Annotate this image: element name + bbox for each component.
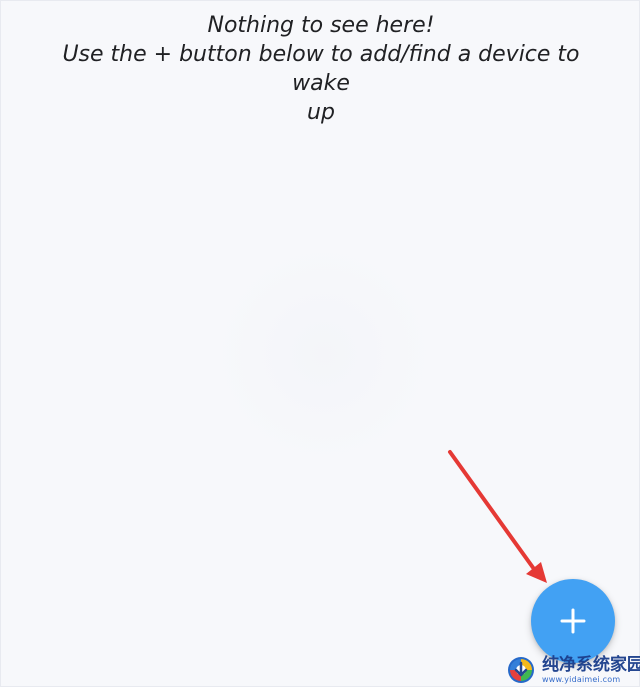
add-device-button[interactable]: [531, 579, 615, 663]
site-watermark: 纯净系统家园 www.yidaimei.com: [506, 653, 640, 687]
arrow-shaft: [448, 450, 536, 571]
empty-state-title: Nothing to see here!: [207, 13, 435, 38]
wake-device-screen: Nothing to see here! Use the + button be…: [0, 0, 640, 687]
watermark-title: 纯净系统家园: [542, 654, 640, 675]
plus-icon: [560, 608, 586, 634]
empty-state-message: Nothing to see here! Use the + button be…: [1, 11, 640, 127]
watermark-url: www.yidaimei.com: [542, 674, 621, 684]
watermark-logo-icon: [508, 657, 534, 683]
arrow-head: [526, 562, 547, 583]
faint-background-watermark: [209, 239, 439, 469]
empty-state-instruction: Use the + button below to add/find a dev…: [62, 42, 580, 96]
watermark-text: 纯净系统家园 www.yidaimei.com: [542, 654, 640, 684]
empty-state-instruction-continuation: up: [307, 100, 335, 125]
